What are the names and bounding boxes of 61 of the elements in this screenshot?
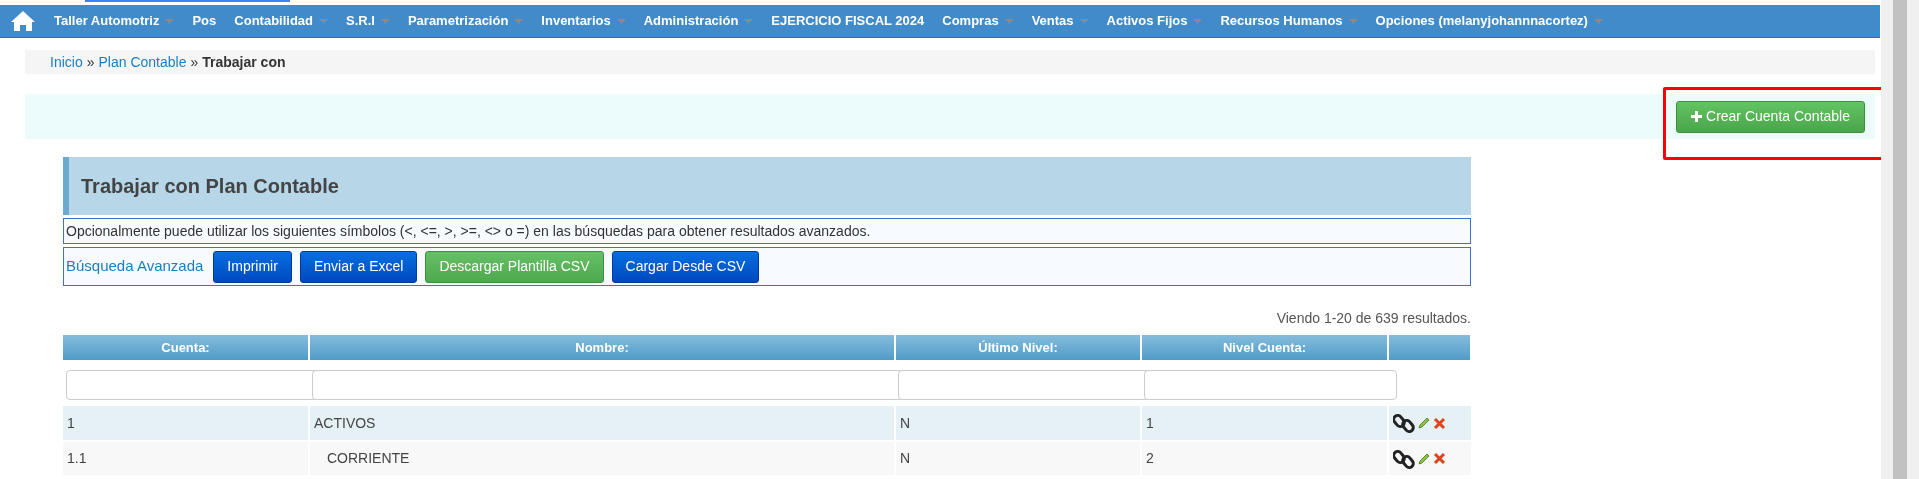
table-cell: N (900, 414, 911, 431)
caret-icon (1004, 18, 1014, 24)
delete-icon[interactable] (1433, 416, 1446, 430)
menu-item[interactable]: Activos Fijos (1106, 11, 1203, 31)
caret-icon (1593, 18, 1603, 24)
breadcrumb-separator: » (85, 52, 96, 72)
home-icon[interactable] (10, 10, 36, 32)
action-button[interactable]: Imprimir (213, 250, 292, 283)
pencil-icon[interactable] (1417, 416, 1431, 430)
create-account-button[interactable]: Crear Cuenta Contable (1676, 100, 1865, 133)
menu-item[interactable]: S.R.I (346, 11, 390, 31)
column-header[interactable] (1388, 335, 1471, 360)
caret-icon (1193, 18, 1203, 24)
caret-icon (616, 18, 626, 24)
breadcrumb-link[interactable]: Plan Contable (98, 51, 187, 73)
table-cell: 2 (1146, 450, 1154, 466)
menu-item[interactable]: Contabilidad (234, 11, 328, 31)
chain-link-icon[interactable] (1393, 412, 1415, 434)
breadcrumb-separator: » (189, 52, 200, 72)
menu-item[interactable]: Recursos Humanos (1220, 11, 1358, 31)
scrollbar[interactable] (1881, 0, 1919, 479)
caret-icon (744, 18, 754, 24)
hint-text: Opcionalmente puede utilizar los siguientes símbolos (<, <=, >, >=, <> o =) en las búsquedas para obtener resultados avanzados. (66, 221, 871, 241)
menu-item[interactable]: Taller Automotriz (54, 11, 175, 31)
table-cell: ACTIVOS (314, 414, 376, 431)
filter-field[interactable] (1144, 369, 1397, 400)
breadcrumb-link[interactable]: Inicio (50, 51, 83, 73)
advanced-search-link[interactable]: Búsqueda Avanzada (66, 255, 204, 278)
column-header[interactable]: Nombre: (309, 335, 895, 360)
caret-icon (319, 18, 328, 24)
results-summary: Viendo 1-20 de 639 resultados. (1275, 309, 1471, 328)
column-header[interactable]: Nivel Cuenta: (1141, 335, 1388, 360)
menu-item[interactable]: Parametrización (407, 11, 524, 31)
menu-item[interactable]: Inventarios (541, 11, 626, 31)
table-cell: 1.1 (67, 450, 87, 466)
caret-icon (514, 18, 524, 24)
pencil-icon[interactable] (1417, 451, 1431, 466)
menu-item[interactable]: Compras (942, 11, 1014, 31)
caret-icon (1079, 18, 1089, 24)
chain-link-icon[interactable] (1393, 447, 1415, 470)
menu-item[interactable]: Opciones (melanyjohannnacortez) (1375, 11, 1603, 31)
action-button[interactable]: Descargar Plantilla CSV (425, 250, 604, 283)
caret-icon (1348, 18, 1358, 24)
menu-item[interactable]: Ventas (1031, 11, 1089, 31)
table-cell-text: CORRIENTE (326, 450, 410, 466)
action-button[interactable]: Cargar Desde CSV (611, 250, 760, 283)
caret-icon (165, 18, 175, 24)
delete-icon[interactable] (1433, 452, 1446, 465)
menu-item[interactable]: EJERCICIO FISCAL 2024 (771, 11, 925, 31)
plus-icon (1691, 111, 1702, 122)
table-cell: N (900, 450, 911, 466)
panel-title: Trabajar con Plan Contable (81, 174, 339, 199)
breadcrumb-current: Trabajar con (202, 52, 286, 72)
action-button[interactable]: Enviar a Excel (299, 250, 418, 283)
caret-icon (380, 18, 390, 24)
menu-item[interactable]: Administración (643, 11, 754, 31)
menu-item[interactable]: Pos (192, 11, 217, 31)
table-cell: 1 (67, 414, 75, 431)
column-header[interactable]: Cuenta: (63, 335, 309, 360)
table-cell: 1 (1146, 414, 1154, 431)
column-header[interactable]: Último Nivel: (895, 335, 1141, 360)
